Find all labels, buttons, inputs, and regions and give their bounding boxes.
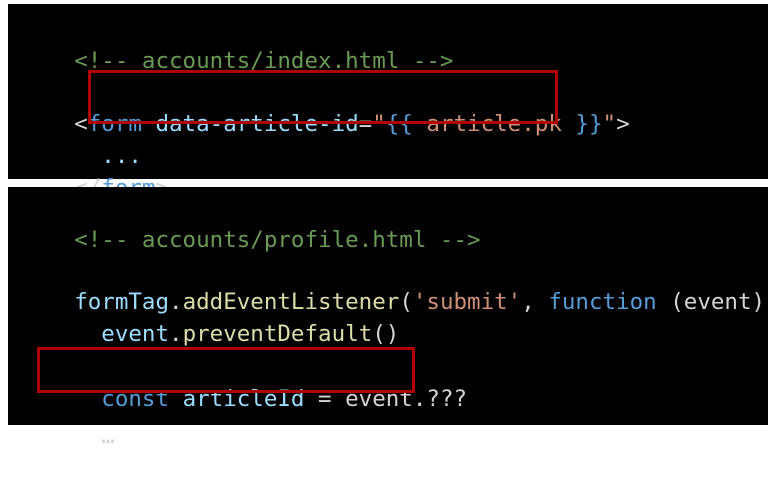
prevent-method: preventDefault bbox=[182, 321, 373, 347]
highlight-box-const bbox=[37, 347, 415, 393]
code-line-comment: <!-- accounts/index.html --> bbox=[20, 16, 453, 74]
function-keyword: function bbox=[548, 289, 657, 315]
function-params: (event) { bbox=[670, 289, 766, 315]
prevent-dot: . bbox=[169, 321, 183, 347]
template-close: }} bbox=[575, 111, 603, 137]
listener-paren: ( bbox=[399, 289, 413, 315]
quote-close: " bbox=[602, 111, 617, 137]
prevent-object: event bbox=[101, 321, 170, 347]
listener-event-string: 'submit' bbox=[412, 289, 522, 315]
code-line-event-listener: formTag.addEventListener('submit', funct… bbox=[20, 257, 776, 315]
code-line-ellipsis: … bbox=[20, 391, 115, 449]
code-line-form-close: </form> bbox=[20, 143, 169, 201]
ellipsis-text: … bbox=[74, 423, 115, 449]
code-line-prevent-default: event.preventDefault() bbox=[20, 289, 399, 347]
highlight-box-attribute bbox=[88, 70, 558, 124]
code-panel-profile: <!-- accounts/profile.html --> formTag.a… bbox=[8, 187, 768, 449]
prevent-call: () bbox=[372, 321, 400, 347]
code-line-comment: <!-- accounts/profile.html --> bbox=[20, 195, 480, 253]
comment-text: <!-- accounts/profile.html --> bbox=[74, 227, 481, 253]
code-panel-index: <!-- accounts/index.html --> <form data-… bbox=[8, 4, 768, 201]
listener-comma: , bbox=[521, 289, 549, 315]
tag-bracket-close: > bbox=[616, 111, 630, 137]
